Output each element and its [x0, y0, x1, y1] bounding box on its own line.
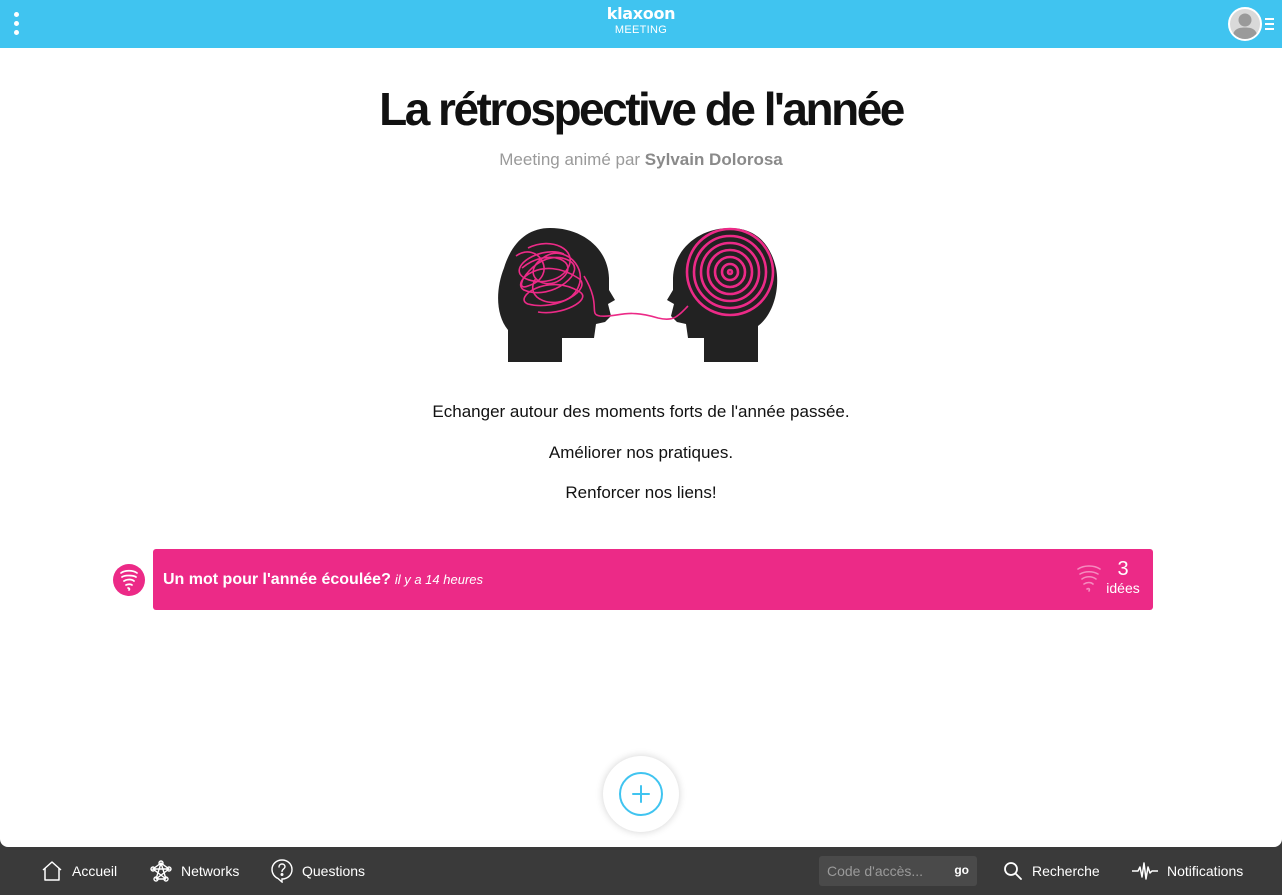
top-bar: klaxoon MEETING	[0, 0, 1282, 48]
host-prefix: Meeting animé par	[499, 150, 645, 169]
description-line: Renforcer nos liens!	[565, 483, 717, 502]
activity-title-line: Un mot pour l'année écoulée? il y a 14 he…	[163, 571, 483, 589]
nav-networks[interactable]: Networks	[150, 847, 239, 895]
brand-subtitle: MEETING	[614, 24, 668, 36]
home-icon	[42, 861, 62, 881]
bottom-bar: Accueil Networks Questions go Recherche	[0, 847, 1282, 895]
brainstorm-tornado-icon	[113, 564, 145, 596]
nav-label: Notifications	[1167, 863, 1244, 879]
ideas-count: 3	[1117, 558, 1129, 580]
activity-card[interactable]: Un mot pour l'année écoulée? il y a 14 he…	[153, 549, 1153, 610]
access-code-input[interactable]	[819, 856, 947, 886]
user-menu-button[interactable]	[1228, 7, 1274, 41]
access-code-box: go	[819, 856, 977, 886]
user-avatar-icon	[1228, 7, 1262, 41]
add-activity-button[interactable]	[603, 756, 679, 832]
nav-notifications[interactable]: Notifications	[1132, 847, 1243, 895]
meeting-page: La rétrospective de l'année Meeting anim…	[0, 48, 1282, 847]
nav-label: Networks	[181, 863, 240, 879]
search-icon	[1004, 862, 1022, 880]
klaxoon-logo: klaxoon	[606, 4, 676, 23]
go-button[interactable]: go	[954, 863, 969, 877]
question-icon	[271, 859, 293, 883]
nav-home[interactable]: Accueil	[41, 847, 117, 895]
two-heads-illustration	[498, 227, 778, 362]
nav-label: Accueil	[72, 863, 118, 879]
description-line: Améliorer nos pratiques.	[548, 443, 734, 462]
plus-icon	[619, 772, 663, 816]
nav-questions[interactable]: Questions	[271, 847, 365, 895]
network-icon	[150, 860, 172, 882]
nav-label: Questions	[302, 863, 366, 879]
meeting-host-line: Meeting animé par Sylvain Dolorosa	[0, 150, 1282, 170]
nav-search[interactable]: Recherche	[1003, 847, 1100, 895]
meeting-title: La rétrospective de l'année	[379, 83, 905, 135]
ideas-counter: 3 idées	[1103, 558, 1143, 596]
activity-pulse-icon	[1132, 862, 1158, 880]
host-name: Sylvain Dolorosa	[644, 150, 783, 169]
description-line: Echanger autour des moments forts de l'a…	[432, 402, 850, 421]
ideas-label: idées	[1106, 580, 1140, 596]
ideas-tornado-icon	[1077, 565, 1101, 592]
nav-label: Recherche	[1032, 863, 1100, 879]
activity-title: Un mot pour l'année écoulée?	[163, 571, 391, 588]
brand: klaxoon MEETING	[0, 5, 1282, 37]
hamburger-icon	[1265, 18, 1274, 33]
activity-time: il y a 14 heures	[394, 572, 484, 587]
